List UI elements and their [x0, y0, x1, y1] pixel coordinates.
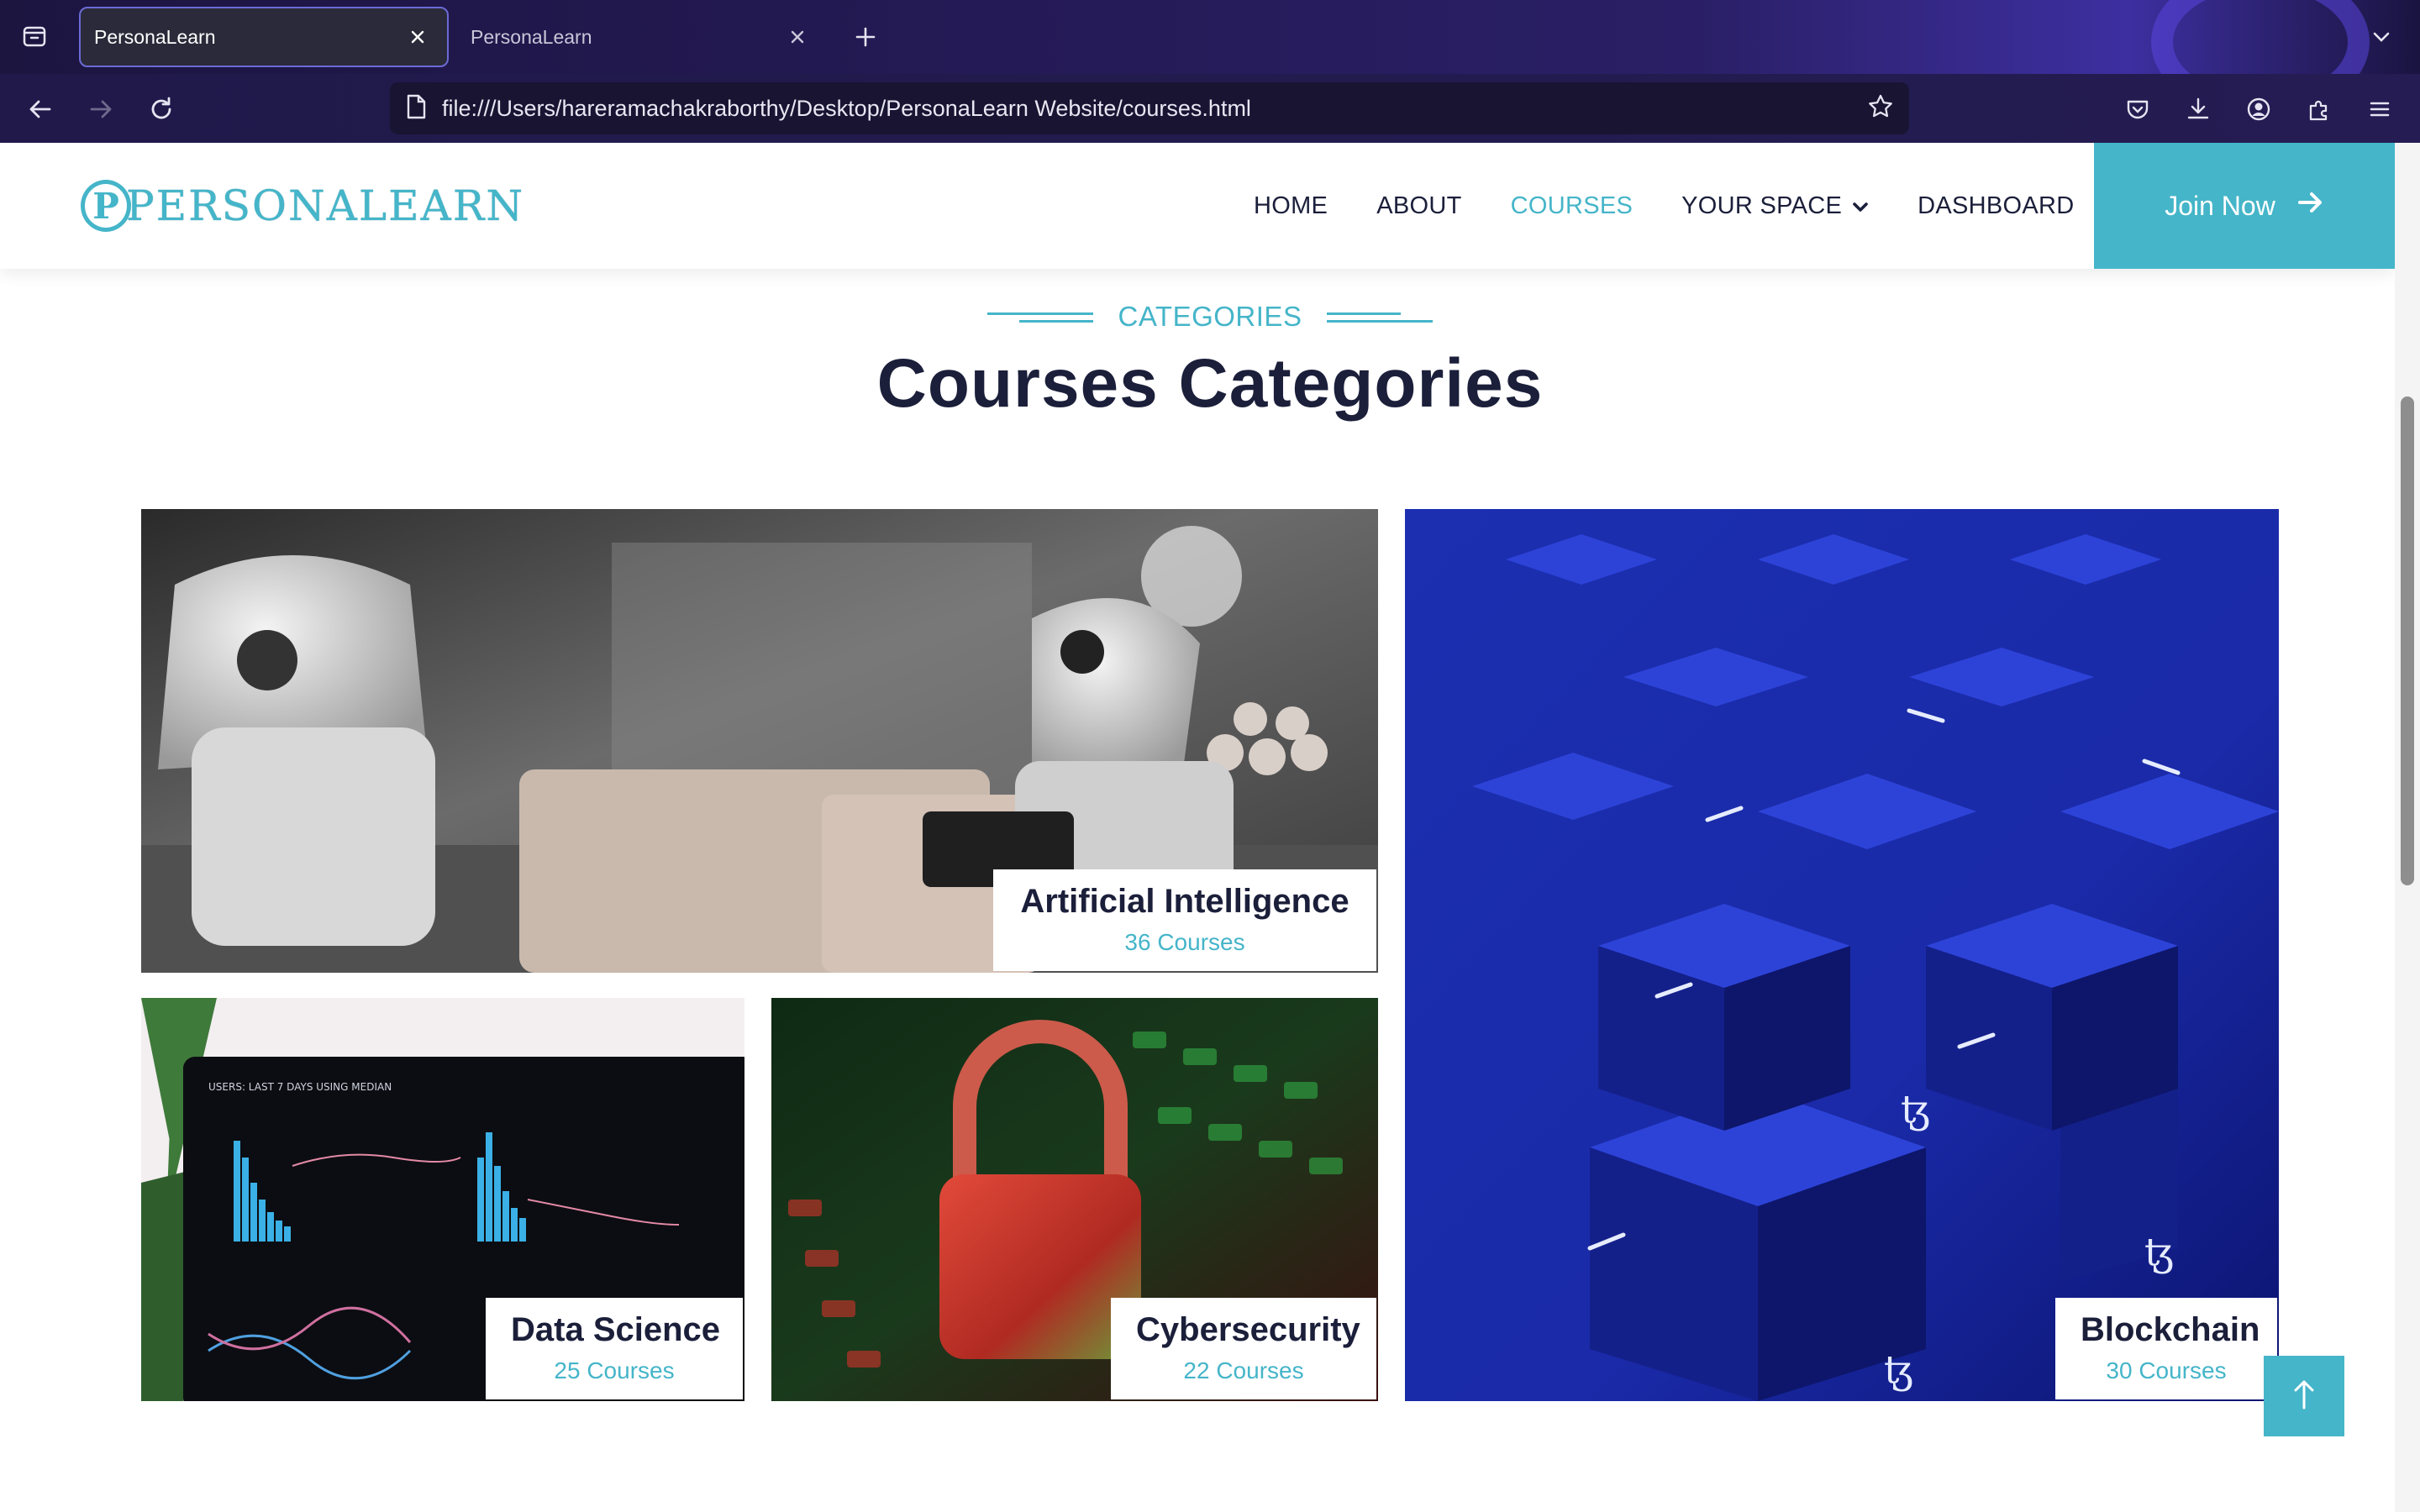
download-icon[interactable]	[2178, 89, 2218, 129]
nav-dashboard[interactable]: DASHBOARD	[1918, 192, 2074, 220]
tab-list-icon[interactable]	[15, 17, 54, 55]
arrow-up-icon	[2291, 1378, 2317, 1415]
category-caption: Cybersecurity 22 Courses	[1111, 1298, 1376, 1399]
join-now-button[interactable]: Join Now	[2094, 143, 2395, 269]
web-page: P PERSONALEARN HOME ABOUT COURSES YOUR S…	[0, 143, 2395, 1512]
nav-label: COURSES	[1510, 192, 1634, 219]
nav-about[interactable]: ABOUT	[1376, 192, 1461, 220]
logo-mark: P	[81, 180, 131, 232]
main-nav: HOME ABOUT COURSES YOUR SPACE DASHBOARD	[1254, 143, 2123, 269]
close-icon[interactable]	[783, 23, 812, 51]
bookmark-star-icon[interactable]	[1867, 93, 1894, 124]
menu-hamburger-icon[interactable]	[2360, 89, 2400, 129]
category-caption: Data Science 25 Courses	[486, 1298, 743, 1399]
category-card-cybersecurity[interactable]: Cybersecurity 22 Courses	[771, 998, 1378, 1401]
section-subtitle-text: CATEGORIES	[1118, 301, 1302, 332]
tab-personalearn-active[interactable]: PersonaLearn	[79, 7, 449, 67]
address-bar[interactable]: file:///Users/hareramachakraborthy/Deskt…	[390, 82, 1909, 134]
svg-text:ꜩ: ꜩ	[1884, 1347, 1913, 1392]
browser-tab-bar: PersonaLearn PersonaLearn	[0, 0, 2420, 118]
scroll-to-top-button[interactable]	[2264, 1356, 2344, 1436]
close-icon[interactable]	[403, 23, 432, 51]
nav-label: DASHBOARD	[1918, 192, 2075, 219]
reload-icon[interactable]	[141, 89, 182, 129]
category-card-data-science[interactable]: USERS: LAST 7 DAYS USING MEDIAN Data Sci…	[141, 998, 744, 1401]
scrollbar-thumb[interactable]	[2401, 396, 2414, 885]
browser-toolbar: file:///Users/hareramachakraborthy/Deskt…	[0, 74, 2420, 143]
site-header: P PERSONALEARN HOME ABOUT COURSES YOUR S…	[0, 143, 2395, 269]
category-card-blockchain[interactable]: ꜩ ꜩ ꜩ Blockchain 30 Courses	[1405, 509, 2279, 1401]
category-count: 22 Courses	[1183, 1357, 1304, 1383]
blockchain-cubes-image: ꜩ ꜩ ꜩ	[1405, 509, 2279, 1401]
chevron-down-icon[interactable]	[2363, 18, 2400, 55]
forward-arrow-icon[interactable]	[81, 89, 121, 129]
extensions-puzzle-icon[interactable]	[2299, 89, 2339, 129]
section-subtitle: CATEGORIES	[0, 301, 2395, 333]
category-name: Data Science	[511, 1311, 721, 1348]
category-caption: Artificial Intelligence 36 Courses	[993, 869, 1376, 971]
svg-text:ꜩ: ꜩ	[1901, 1086, 1930, 1131]
pocket-icon[interactable]	[2118, 89, 2158, 129]
section-title: Courses Categories	[876, 345, 1544, 422]
category-count: 25 Courses	[554, 1357, 675, 1383]
tab-personalearn[interactable]: PersonaLearn	[457, 7, 827, 67]
subtitle-decoration-right	[1327, 308, 1434, 325]
tab-title: PersonaLearn	[471, 25, 592, 48]
subtitle-decoration-left	[986, 308, 1093, 325]
arrow-right-icon	[2297, 190, 2324, 222]
category-name: Artificial Intelligence	[1020, 883, 1349, 920]
page-file-icon	[405, 94, 427, 123]
category-count: 36 Courses	[1124, 929, 1245, 955]
svg-text:USERS: LAST 7 DAYS USING MEDIA: USERS: LAST 7 DAYS USING MEDIAN	[208, 1081, 392, 1093]
nav-courses[interactable]: COURSES	[1511, 192, 1634, 220]
site-logo[interactable]: P PERSONALEARN	[81, 180, 524, 232]
logo-text: PERSONALEARN	[126, 181, 525, 230]
url-text[interactable]: file:///Users/hareramachakraborthy/Deskt…	[442, 96, 1867, 122]
nav-home[interactable]: HOME	[1254, 192, 1328, 220]
category-count: 30 Courses	[2106, 1357, 2227, 1383]
category-name: Cybersecurity	[1136, 1311, 1360, 1348]
svg-text:ꜩ: ꜩ	[2144, 1229, 2174, 1274]
account-icon[interactable]	[2238, 89, 2279, 129]
nav-label: YOUR SPACE	[1681, 192, 1843, 219]
nav-label: ABOUT	[1376, 192, 1462, 219]
chevron-down-icon	[1852, 192, 1869, 220]
nav-your-space[interactable]: YOUR SPACE	[1681, 192, 1869, 220]
new-tab-plus-icon[interactable]	[847, 18, 884, 55]
category-name: Blockchain	[2081, 1311, 2260, 1348]
join-label: Join Now	[2165, 190, 2275, 221]
nav-label: HOME	[1254, 192, 1328, 219]
category-card-artificial-intelligence[interactable]: Artificial Intelligence 36 Courses	[141, 509, 1378, 973]
category-caption: Blockchain 30 Courses	[2055, 1298, 2277, 1399]
page-scrollbar[interactable]	[2395, 143, 2420, 1512]
back-arrow-icon[interactable]	[20, 89, 60, 129]
tab-title: PersonaLearn	[94, 25, 216, 48]
